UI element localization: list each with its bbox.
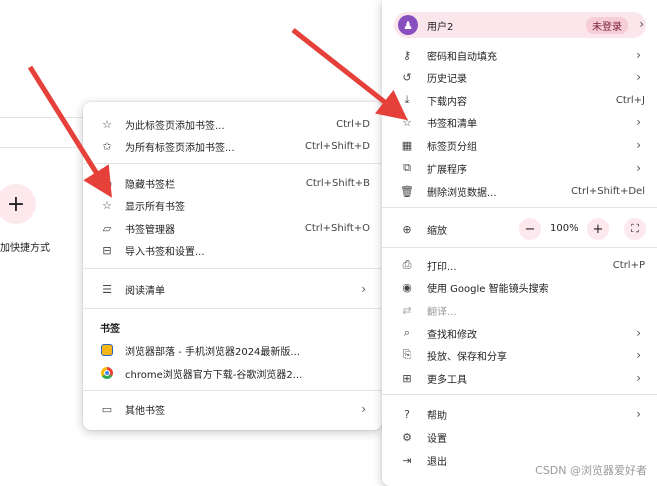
gear-icon: ⚙ [402, 430, 412, 444]
exit-icon: ⇥ [402, 453, 412, 467]
chevron-right-icon: › [636, 407, 641, 421]
add-shortcut-button[interactable]: + [0, 184, 36, 224]
profile-row[interactable]: ♟ 用户2 未登录 › [394, 12, 646, 38]
fullscreen-button[interactable]: ⛶ [624, 218, 646, 240]
extensions-item[interactable]: ⧉ 扩展程序 › [382, 157, 657, 179]
chevron-right-icon: › [361, 282, 366, 296]
plus-icon: + [6, 191, 26, 217]
arrow-to-bookmarks-and-lists [291, 28, 408, 121]
show-all-bookmarks-item[interactable]: ☆ 显示所有书签 [83, 194, 382, 216]
zoom-out-button[interactable]: − [519, 218, 541, 240]
divider [83, 390, 382, 391]
bookmark-all-tabs-item[interactable]: ✩ 为所有标签页添加书签... Ctrl+Shift+D [83, 135, 382, 157]
divider [382, 247, 657, 248]
page-divider [0, 117, 86, 118]
settings-item[interactable]: ⚙ 设置 [382, 426, 657, 448]
chrome-main-menu: ♟ 用户2 未登录 › ⚷ 密码和自动填充 › ↺ 历史记录 › ⤓ 下载内容 … [382, 0, 657, 486]
bookmark-bar-icon: ▭ [101, 176, 113, 190]
help-icon: ? [404, 407, 410, 421]
find-icon: ⌕ [403, 326, 411, 339]
chevron-right-icon: › [636, 70, 641, 84]
chevron-right-icon: › [636, 48, 641, 62]
other-bookmarks-item[interactable]: ▭ 其他书签 › [83, 398, 382, 420]
key-icon: ⚷ [402, 48, 412, 62]
grid-icon: ▦ [401, 138, 413, 152]
chevron-right-icon: › [636, 371, 641, 385]
chevron-right-icon: › [636, 115, 641, 129]
chevron-right-icon: › [639, 17, 644, 31]
star-icon: ☆ [402, 115, 412, 129]
divider [382, 394, 657, 395]
divider [83, 308, 382, 309]
divider [83, 268, 382, 269]
fullscreen-icon: ⛶ [631, 222, 639, 235]
bookmark-manager-item[interactable]: ▱ 书签管理器 Ctrl+Shift+O [83, 217, 382, 239]
chrome-favicon-icon [100, 366, 114, 380]
divider [83, 163, 382, 164]
zoom-in-button[interactable]: + [587, 218, 609, 240]
star-outline-icon: ☆ [102, 198, 112, 212]
cast-icon: ⎘ [402, 348, 412, 361]
bookmarks-and-lists-item[interactable]: ☆ 书签和清单 › [382, 111, 657, 133]
tab-groups-item[interactable]: ▦ 标签页分组 › [382, 134, 657, 156]
toolbox-icon: ⊞ [402, 371, 412, 385]
downloads-item[interactable]: ⤓ 下载内容 Ctrl+J [382, 89, 657, 111]
divider [382, 207, 657, 208]
avatar: ♟ [398, 15, 418, 35]
star-outline-icon: ☆ [102, 117, 112, 131]
find-and-edit-item[interactable]: ⌕ 查找和修改 › [382, 322, 657, 344]
print-item[interactable]: ⎙ 打印... Ctrl+P [382, 254, 657, 276]
import-bookmarks-item[interactable]: ⊟ 导入书签和设置... [83, 239, 382, 261]
bookmark-this-tab-item[interactable]: ☆ 为此标签页添加书签... Ctrl+D [83, 113, 382, 135]
add-shortcut-label: 加快捷方式 [0, 243, 50, 254]
list-icon: ☰ [102, 282, 112, 296]
history-item[interactable]: ↺ 历史记录 › [382, 66, 657, 88]
page-divider [0, 147, 86, 148]
folder-icon: ▭ [101, 402, 113, 416]
lens-icon: ◉ [402, 280, 412, 294]
bookmarks-section-title: 书签 [100, 324, 120, 335]
chevron-right-icon: › [361, 402, 366, 416]
folder-star-icon: ▱ [102, 221, 112, 235]
passwords-item[interactable]: ⚷ 密码和自动填充 › [382, 44, 657, 66]
chevron-right-icon: › [636, 138, 641, 152]
translate-icon: ⇄ [402, 303, 412, 317]
chevron-right-icon: › [636, 326, 641, 340]
help-item[interactable]: ? 帮助 › [382, 403, 657, 425]
star-multi-icon: ✩ [102, 139, 112, 153]
watermark: CSDN @浏览器爱好者 [535, 464, 647, 477]
reading-list-item[interactable]: ☰ 阅读清单 › [83, 278, 382, 300]
profile-name: 用户2 [427, 22, 454, 33]
cast-save-share-item[interactable]: ⎘ 投放、保存和分享 › [382, 344, 657, 366]
chevron-right-icon: › [636, 348, 641, 362]
site-favicon-icon [100, 343, 114, 357]
google-lens-item[interactable]: ◉ 使用 Google 智能镜头搜索 [382, 276, 657, 298]
zoom-icon: ⊕ [402, 222, 412, 236]
clear-browsing-data-item[interactable]: 🗑︎ 删除浏览数据... Ctrl+Shift+Del [382, 180, 657, 202]
bookmarks-submenu: ☆ 为此标签页添加书签... Ctrl+D ✩ 为所有标签页添加书签... Ct… [83, 102, 382, 430]
chevron-right-icon: › [636, 161, 641, 175]
puzzle-icon: ⧉ [403, 161, 411, 174]
download-icon: ⤓ [404, 93, 410, 106]
bookmark-link-item[interactable]: 浏览器部落 - 手机浏览器2024最新版... [83, 339, 382, 361]
history-icon: ↺ [402, 70, 412, 84]
print-icon: ⎙ [402, 258, 412, 271]
trash-icon: 🗑︎ [400, 184, 414, 198]
bookmark-link-item[interactable]: chrome浏览器官方下载-谷歌浏览器2... [83, 362, 382, 384]
zoom-level: 100% [550, 223, 579, 234]
import-icon: ⊟ [102, 243, 112, 257]
hide-bookmark-bar-item[interactable]: ▭ 隐藏书签栏 Ctrl+Shift+B [83, 172, 382, 194]
more-tools-item[interactable]: ⊞ 更多工具 › [382, 367, 657, 389]
translate-item[interactable]: ⇄ 翻译... [382, 299, 657, 321]
status-badge: 未登录 [586, 17, 628, 34]
